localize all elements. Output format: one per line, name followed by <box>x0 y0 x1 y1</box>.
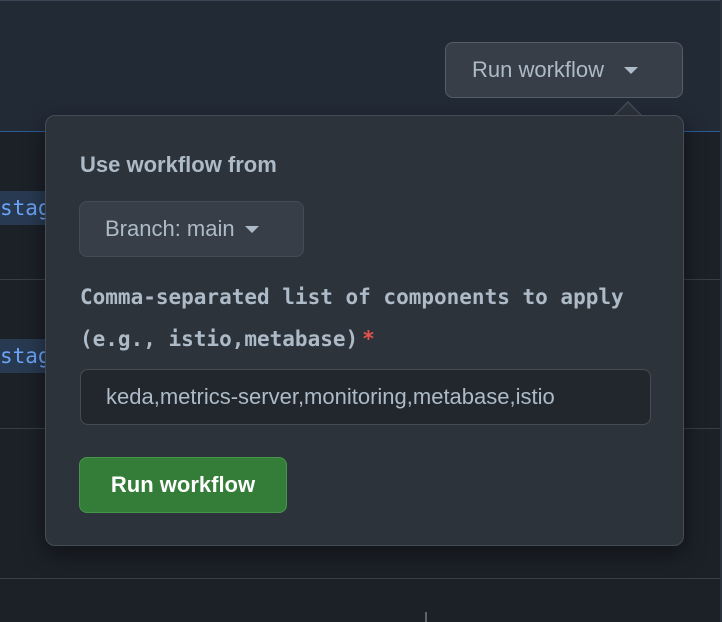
required-marker: * <box>362 327 375 351</box>
components-input[interactable] <box>80 369 651 425</box>
run-workflow-dropdown-button[interactable]: Run workflow <box>445 42 683 98</box>
components-input-label-text: Comma-separated list of components to ap… <box>80 285 624 351</box>
components-input-label: Comma-separated list of components to ap… <box>80 276 650 360</box>
run-workflow-popover: Use workflow from Branch: main Comma-sep… <box>45 115 684 546</box>
workflow-page: stag stag Run workflow Use workflow from… <box>0 0 722 622</box>
branch-select-button[interactable]: Branch: main <box>79 201 304 257</box>
run-workflow-submit-button[interactable]: Run workflow <box>79 457 287 513</box>
branch-select-label: Branch: main <box>105 216 235 241</box>
page-footer <box>0 579 722 622</box>
chevron-down-icon <box>244 225 259 233</box>
run-workflow-dropdown-label: Run workflow <box>472 57 605 82</box>
workflow-source-label: Use workflow from <box>80 152 277 177</box>
chevron-down-icon <box>624 66 639 74</box>
scroll-marker <box>425 612 427 622</box>
